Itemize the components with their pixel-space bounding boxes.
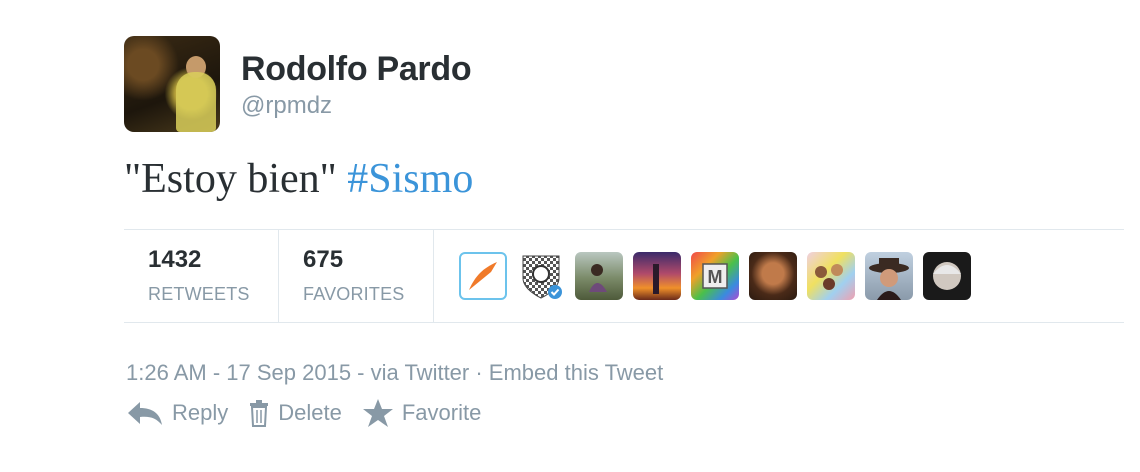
stats-separator bbox=[278, 230, 279, 322]
retweets-label: RETWEETS bbox=[148, 284, 250, 304]
stats-top-divider bbox=[124, 229, 1124, 230]
woman-portrait-avatar[interactable] bbox=[749, 252, 797, 300]
favorites-count: 675 bbox=[303, 246, 344, 273]
girl-field-avatar[interactable] bbox=[575, 252, 623, 300]
tweet-source: - via Twitter bbox=[351, 360, 470, 385]
reply-label: Reply bbox=[172, 400, 229, 425]
reply-button[interactable]: Reply bbox=[126, 399, 228, 427]
author-handle[interactable]: @rpmdz bbox=[241, 92, 332, 120]
avatar-body-shape bbox=[176, 72, 216, 132]
hat-woman-avatar[interactable] bbox=[865, 252, 913, 300]
tweet-meta: 1:26 AM - 17 Sep 2015 - via Twitter · Em… bbox=[126, 360, 663, 386]
favorite-button[interactable]: Favorite bbox=[362, 398, 481, 428]
tweet-text: "Estoy bien" #Sismo bbox=[124, 155, 473, 203]
favoriters-facepile: M bbox=[459, 252, 971, 300]
group-photo-avatar[interactable] bbox=[807, 252, 855, 300]
stats-bottom-divider bbox=[124, 322, 1124, 323]
tweet-timestamp-link[interactable]: 1:26 AM - 17 Sep 2015 bbox=[126, 360, 351, 385]
star-icon bbox=[362, 399, 393, 427]
favorite-label: Favorite bbox=[401, 400, 482, 425]
sunset-avatar[interactable] bbox=[633, 252, 681, 300]
favorites-stat[interactable]: 675 FAVORITES bbox=[303, 232, 423, 322]
delete-button[interactable]: Delete bbox=[248, 399, 342, 427]
svg-text:M: M bbox=[708, 267, 723, 287]
retweets-count: 1432 bbox=[148, 246, 202, 273]
shield-verified-avatar[interactable] bbox=[517, 252, 565, 300]
retweets-stat[interactable]: 1432 RETWEETS bbox=[148, 232, 268, 322]
man-portrait-avatar[interactable] bbox=[923, 252, 971, 300]
favorites-label: FAVORITES bbox=[303, 284, 405, 304]
tweet-text-plain: "Estoy bien" bbox=[124, 156, 348, 202]
trash-icon bbox=[250, 400, 269, 427]
reply-icon bbox=[128, 402, 162, 425]
m-logo-avatar[interactable]: M bbox=[691, 252, 739, 300]
tweet-actions: Reply Delete Favorite bbox=[126, 398, 501, 428]
stats-separator bbox=[433, 230, 434, 322]
author-name[interactable]: Rodolfo Pardo bbox=[241, 50, 472, 89]
hashtag-link[interactable]: #Sismo bbox=[347, 156, 473, 202]
orange-arrow-avatar[interactable] bbox=[459, 252, 507, 300]
embed-tweet-link[interactable]: · Embed this Tweet bbox=[469, 360, 663, 385]
author-avatar[interactable] bbox=[124, 36, 220, 132]
delete-label: Delete bbox=[278, 400, 342, 425]
